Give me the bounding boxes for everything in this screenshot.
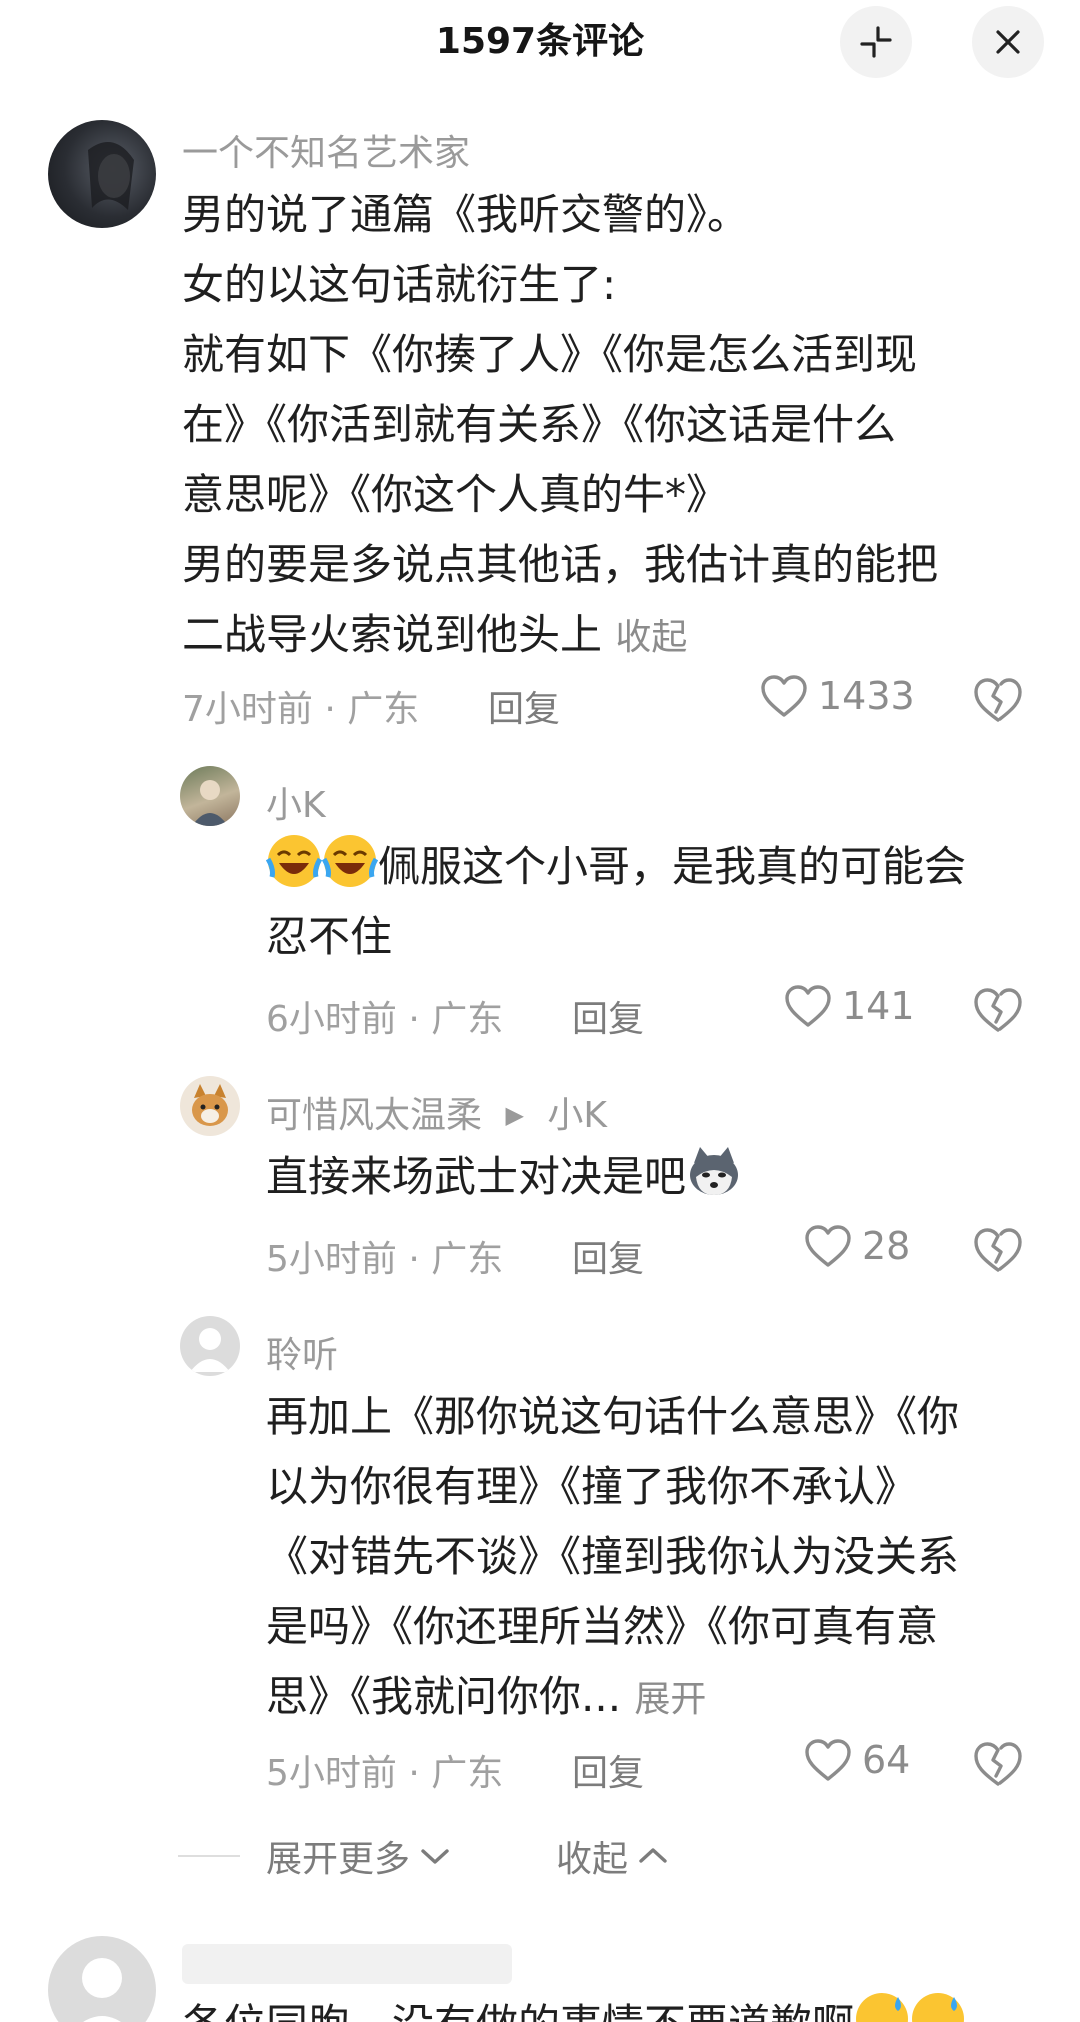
reply-to-arrow-icon: ▶ bbox=[505, 1101, 524, 1129]
chevron-up-icon bbox=[639, 1848, 667, 1863]
reply-button[interactable]: 回复 bbox=[572, 990, 644, 1042]
reply-location: 广东 bbox=[431, 1239, 504, 1280]
reply-avatar[interactable] bbox=[180, 1316, 240, 1376]
reply-line: 忍不住 bbox=[266, 912, 393, 961]
comment-text: 男的说了通篇《我听交警的》。 女的以这句话就衍生了: 就有如下《你揍了人》《你是… bbox=[182, 180, 938, 673]
minimize-button[interactable] bbox=[840, 6, 912, 78]
like-button[interactable]: 28 bbox=[804, 1224, 910, 1268]
comment-location: 广东 bbox=[347, 689, 420, 730]
collapse-replies-button[interactable]: 收起 bbox=[556, 1830, 670, 1882]
reply-location: 广东 bbox=[431, 999, 504, 1040]
reply-line: 《对错先不谈》《撞到我你认为没关系 bbox=[266, 1532, 960, 1581]
reply-button[interactable]: 回复 bbox=[572, 1744, 644, 1796]
reply-avatar[interactable] bbox=[180, 766, 240, 826]
replies-controls: 展开更多 收起 bbox=[178, 1830, 670, 1882]
reply-text: 直接来场武士对决是吧 bbox=[266, 1142, 742, 1212]
reply-username[interactable]: 可惜风太温柔 bbox=[266, 1095, 482, 1136]
laugh-cry-emoji bbox=[322, 835, 378, 887]
heart-icon bbox=[805, 1225, 851, 1267]
reply-text: 再加上《那你说这句话什么意思》《你 以为你很有理》《撞了我你不承认》 《对错先不… bbox=[266, 1382, 959, 1735]
comment-meta: 7小时前 · 广东 bbox=[182, 689, 420, 730]
reply-meta: 5小时前 · 广东 bbox=[266, 1239, 504, 1280]
like-button[interactable]: 64 bbox=[804, 1738, 910, 1782]
close-icon bbox=[996, 30, 1020, 54]
sweat-smile-emoji bbox=[912, 1993, 965, 2022]
like-button[interactable]: 1433 bbox=[760, 674, 915, 718]
reply-avatar[interactable] bbox=[180, 1076, 240, 1136]
like-count: 28 bbox=[862, 1224, 911, 1268]
user-avatar[interactable] bbox=[48, 120, 156, 228]
reply-line: 直接来场武士对决是吧 bbox=[266, 1152, 687, 1201]
like-count: 64 bbox=[862, 1738, 911, 1782]
comment-line: 在》《你活到就有关系》《你这话是什么 bbox=[182, 400, 897, 449]
husky-emoji bbox=[690, 1147, 739, 1195]
sweat-smile-emoji bbox=[856, 1993, 909, 2022]
reply-username[interactable]: 小K bbox=[266, 776, 326, 828]
broken-heart-icon[interactable] bbox=[972, 1226, 1024, 1274]
default-avatar-icon bbox=[82, 1958, 122, 2022]
reply-time: 5小时前 bbox=[266, 1239, 397, 1280]
divider bbox=[178, 1855, 240, 1857]
close-button[interactable] bbox=[972, 6, 1044, 78]
comment-line: 各位同胞，没有做的事情不要道歉啊 bbox=[182, 2000, 854, 2022]
reply-meta: 5小时前 · 广东 bbox=[266, 1753, 504, 1794]
reply-meta: 6小时前 · 广东 bbox=[266, 999, 504, 1040]
cat-avatar-image bbox=[192, 1084, 228, 1126]
reply-line: 佩服这个小哥，是我真的可能会 bbox=[378, 842, 967, 891]
avatar-image bbox=[192, 780, 228, 826]
collapse-text-button[interactable]: 收起 bbox=[615, 617, 687, 658]
like-count: 1433 bbox=[818, 674, 915, 718]
reply-line: 是吗》《你还理所当然》《你可真有意 bbox=[266, 1602, 939, 1651]
avatar-image bbox=[88, 142, 134, 210]
comment-line: 意思呢》《你这个人真的牛*》 bbox=[182, 470, 729, 519]
reply-button[interactable]: 回复 bbox=[488, 680, 560, 732]
reply-time: 5小时前 bbox=[266, 1753, 397, 1794]
blurred-username bbox=[182, 1944, 512, 1984]
reply-to-username[interactable]: 小K bbox=[547, 1095, 607, 1136]
comment-line: 男的要是多说点其他话，我估计真的能把 bbox=[182, 540, 939, 589]
heart-icon bbox=[785, 985, 831, 1027]
comment-line: 二战导火索说到他头上 bbox=[182, 610, 603, 659]
comment-line: 女的以这句话就衍生了: bbox=[182, 260, 617, 309]
expand-text-button[interactable]: 展开 bbox=[634, 1679, 706, 1720]
reply-button[interactable]: 回复 bbox=[572, 1230, 644, 1282]
reply-text: 佩服这个小哥，是我真的可能会 忍不住 bbox=[266, 832, 966, 972]
comments-header: 1597条评论 bbox=[0, 0, 1080, 78]
reply-line: 再加上《那你说这句话什么意思》《你 bbox=[266, 1392, 960, 1441]
broken-heart-icon[interactable] bbox=[972, 676, 1024, 724]
like-button[interactable]: 141 bbox=[784, 984, 915, 1028]
next-user-avatar[interactable] bbox=[48, 1936, 156, 2022]
reply-line: 以为你很有理》《撞了我你不承认》 bbox=[266, 1462, 918, 1511]
comment-count-title: 1597条评论 bbox=[435, 21, 645, 62]
reply-location: 广东 bbox=[431, 1753, 504, 1794]
heart-icon bbox=[805, 1739, 851, 1781]
next-comment-text: 各位同胞，没有做的事情不要道歉啊 bbox=[182, 1990, 966, 2022]
collapse-icon bbox=[860, 26, 892, 58]
reply-line: 思》《我就问你你... bbox=[266, 1672, 622, 1721]
like-count: 141 bbox=[842, 984, 915, 1028]
reply-username-line: 可惜风太温柔 ▶ 小K bbox=[266, 1086, 607, 1138]
chevron-down-icon bbox=[421, 1849, 449, 1864]
reply-username[interactable]: 聆听 bbox=[266, 1326, 338, 1378]
expand-more-button[interactable]: 展开更多 bbox=[266, 1830, 452, 1882]
laugh-cry-emoji bbox=[266, 835, 322, 887]
comment-line: 就有如下《你揍了人》《你是怎么活到现 bbox=[182, 330, 918, 379]
broken-heart-icon[interactable] bbox=[972, 986, 1024, 1034]
comment-username[interactable]: 一个不知名艺术家 bbox=[182, 124, 470, 176]
broken-heart-icon[interactable] bbox=[972, 1740, 1024, 1788]
comment-line: 男的说了通篇《我听交警的》。 bbox=[182, 190, 750, 239]
comment-time: 7小时前 bbox=[182, 689, 313, 730]
heart-icon bbox=[761, 675, 807, 717]
default-avatar-icon bbox=[190, 1328, 230, 1372]
reply-time: 6小时前 bbox=[266, 999, 397, 1040]
